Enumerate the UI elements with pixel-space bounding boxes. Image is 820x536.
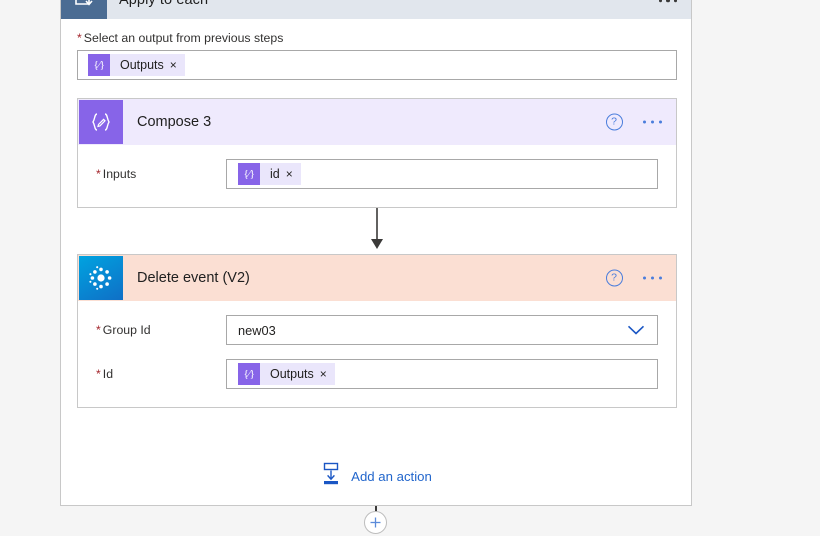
token-chip-id[interactable]: {⁄} id ×	[238, 163, 301, 185]
expression-icon: {⁄}	[238, 163, 260, 185]
delete-event-header[interactable]: Delete event (V2) ?	[78, 255, 676, 301]
compose-3-header-actions: ?	[605, 113, 662, 131]
group-id-value: new03	[238, 322, 276, 338]
apply-to-each-scope-card: Apply to each * Select an output from pre…	[60, 0, 692, 506]
office365-groups-icon	[79, 256, 123, 300]
token-remove-icon[interactable]: ×	[286, 168, 301, 180]
add-an-action-button[interactable]: Add an action	[77, 462, 675, 491]
token-chip-label: Outputs	[270, 367, 314, 381]
required-asterisk: *	[96, 167, 101, 181]
group-id-label-text: Group Id	[102, 323, 151, 337]
group-id-label: * Group Id	[96, 323, 226, 337]
id-row: * Id {⁄} Outputs ×	[96, 359, 658, 389]
scope-ellipsis-icon[interactable]	[658, 0, 677, 2]
compose-inputs-label: * Inputs	[96, 167, 226, 181]
compose-3-body: * Inputs {⁄} id ×	[78, 145, 676, 207]
help-icon[interactable]: ?	[605, 113, 623, 131]
apply-to-each-title: Apply to each	[119, 0, 209, 8]
compose-inputs-field[interactable]: {⁄} id ×	[226, 159, 658, 189]
token-remove-icon[interactable]: ×	[320, 368, 335, 380]
compose-inputs-row: * Inputs {⁄} id ×	[96, 159, 658, 189]
compose-icon	[79, 100, 123, 144]
apply-to-each-header[interactable]: Apply to each	[61, 0, 691, 19]
compose-3-header[interactable]: Compose 3 ?	[78, 99, 676, 145]
expression-icon: {⁄}	[88, 54, 110, 76]
foreach-loop-icon	[61, 0, 107, 19]
apply-to-each-body: * Select an output from previous steps {⁄…	[61, 19, 691, 491]
chevron-down-icon[interactable]	[627, 325, 645, 336]
compose-3-title: Compose 3	[137, 114, 212, 130]
delete-event-body: * Group Id new03 * Id {⁄} Outputs ×	[78, 301, 676, 407]
group-id-dropdown[interactable]: new03	[226, 315, 658, 345]
group-id-row: * Group Id new03	[96, 315, 658, 345]
foreach-input-field[interactable]: {⁄} Outputs ×	[77, 50, 677, 80]
token-chip-label: id	[270, 167, 280, 181]
add-action-icon	[320, 462, 342, 491]
id-field[interactable]: {⁄} Outputs ×	[226, 359, 658, 389]
help-icon[interactable]: ?	[605, 269, 623, 287]
compose-3-card: Compose 3 ? * Inputs {⁄} id ×	[77, 98, 677, 208]
required-asterisk: *	[96, 367, 101, 381]
delete-event-title: Delete event (V2)	[137, 270, 250, 286]
token-chip-outputs[interactable]: {⁄} Outputs ×	[238, 363, 335, 385]
required-asterisk: *	[77, 31, 82, 45]
plus-icon	[370, 517, 381, 528]
compose-inputs-label-text: Inputs	[102, 167, 137, 181]
delete-event-header-actions: ?	[605, 269, 662, 287]
required-asterisk: *	[96, 323, 101, 337]
id-label-text: Id	[102, 367, 114, 381]
connector-arrow	[77, 208, 677, 254]
delete-event-card: Delete event (V2) ? * Group Id new03 * I…	[77, 254, 677, 408]
foreach-input-label-text: Select an output from previous steps	[83, 31, 284, 45]
token-remove-icon[interactable]: ×	[170, 59, 185, 71]
foreach-input-label: * Select an output from previous steps	[77, 31, 675, 45]
id-label: * Id	[96, 367, 226, 381]
delete-ellipsis-icon[interactable]	[642, 276, 662, 280]
expression-icon: {⁄}	[238, 363, 260, 385]
compose-ellipsis-icon[interactable]	[642, 120, 662, 124]
add-an-action-label: Add an action	[351, 469, 432, 484]
token-chip-label: Outputs	[120, 58, 164, 72]
add-step-plus-button[interactable]	[364, 511, 387, 534]
token-chip-outputs[interactable]: {⁄} Outputs ×	[88, 54, 185, 76]
